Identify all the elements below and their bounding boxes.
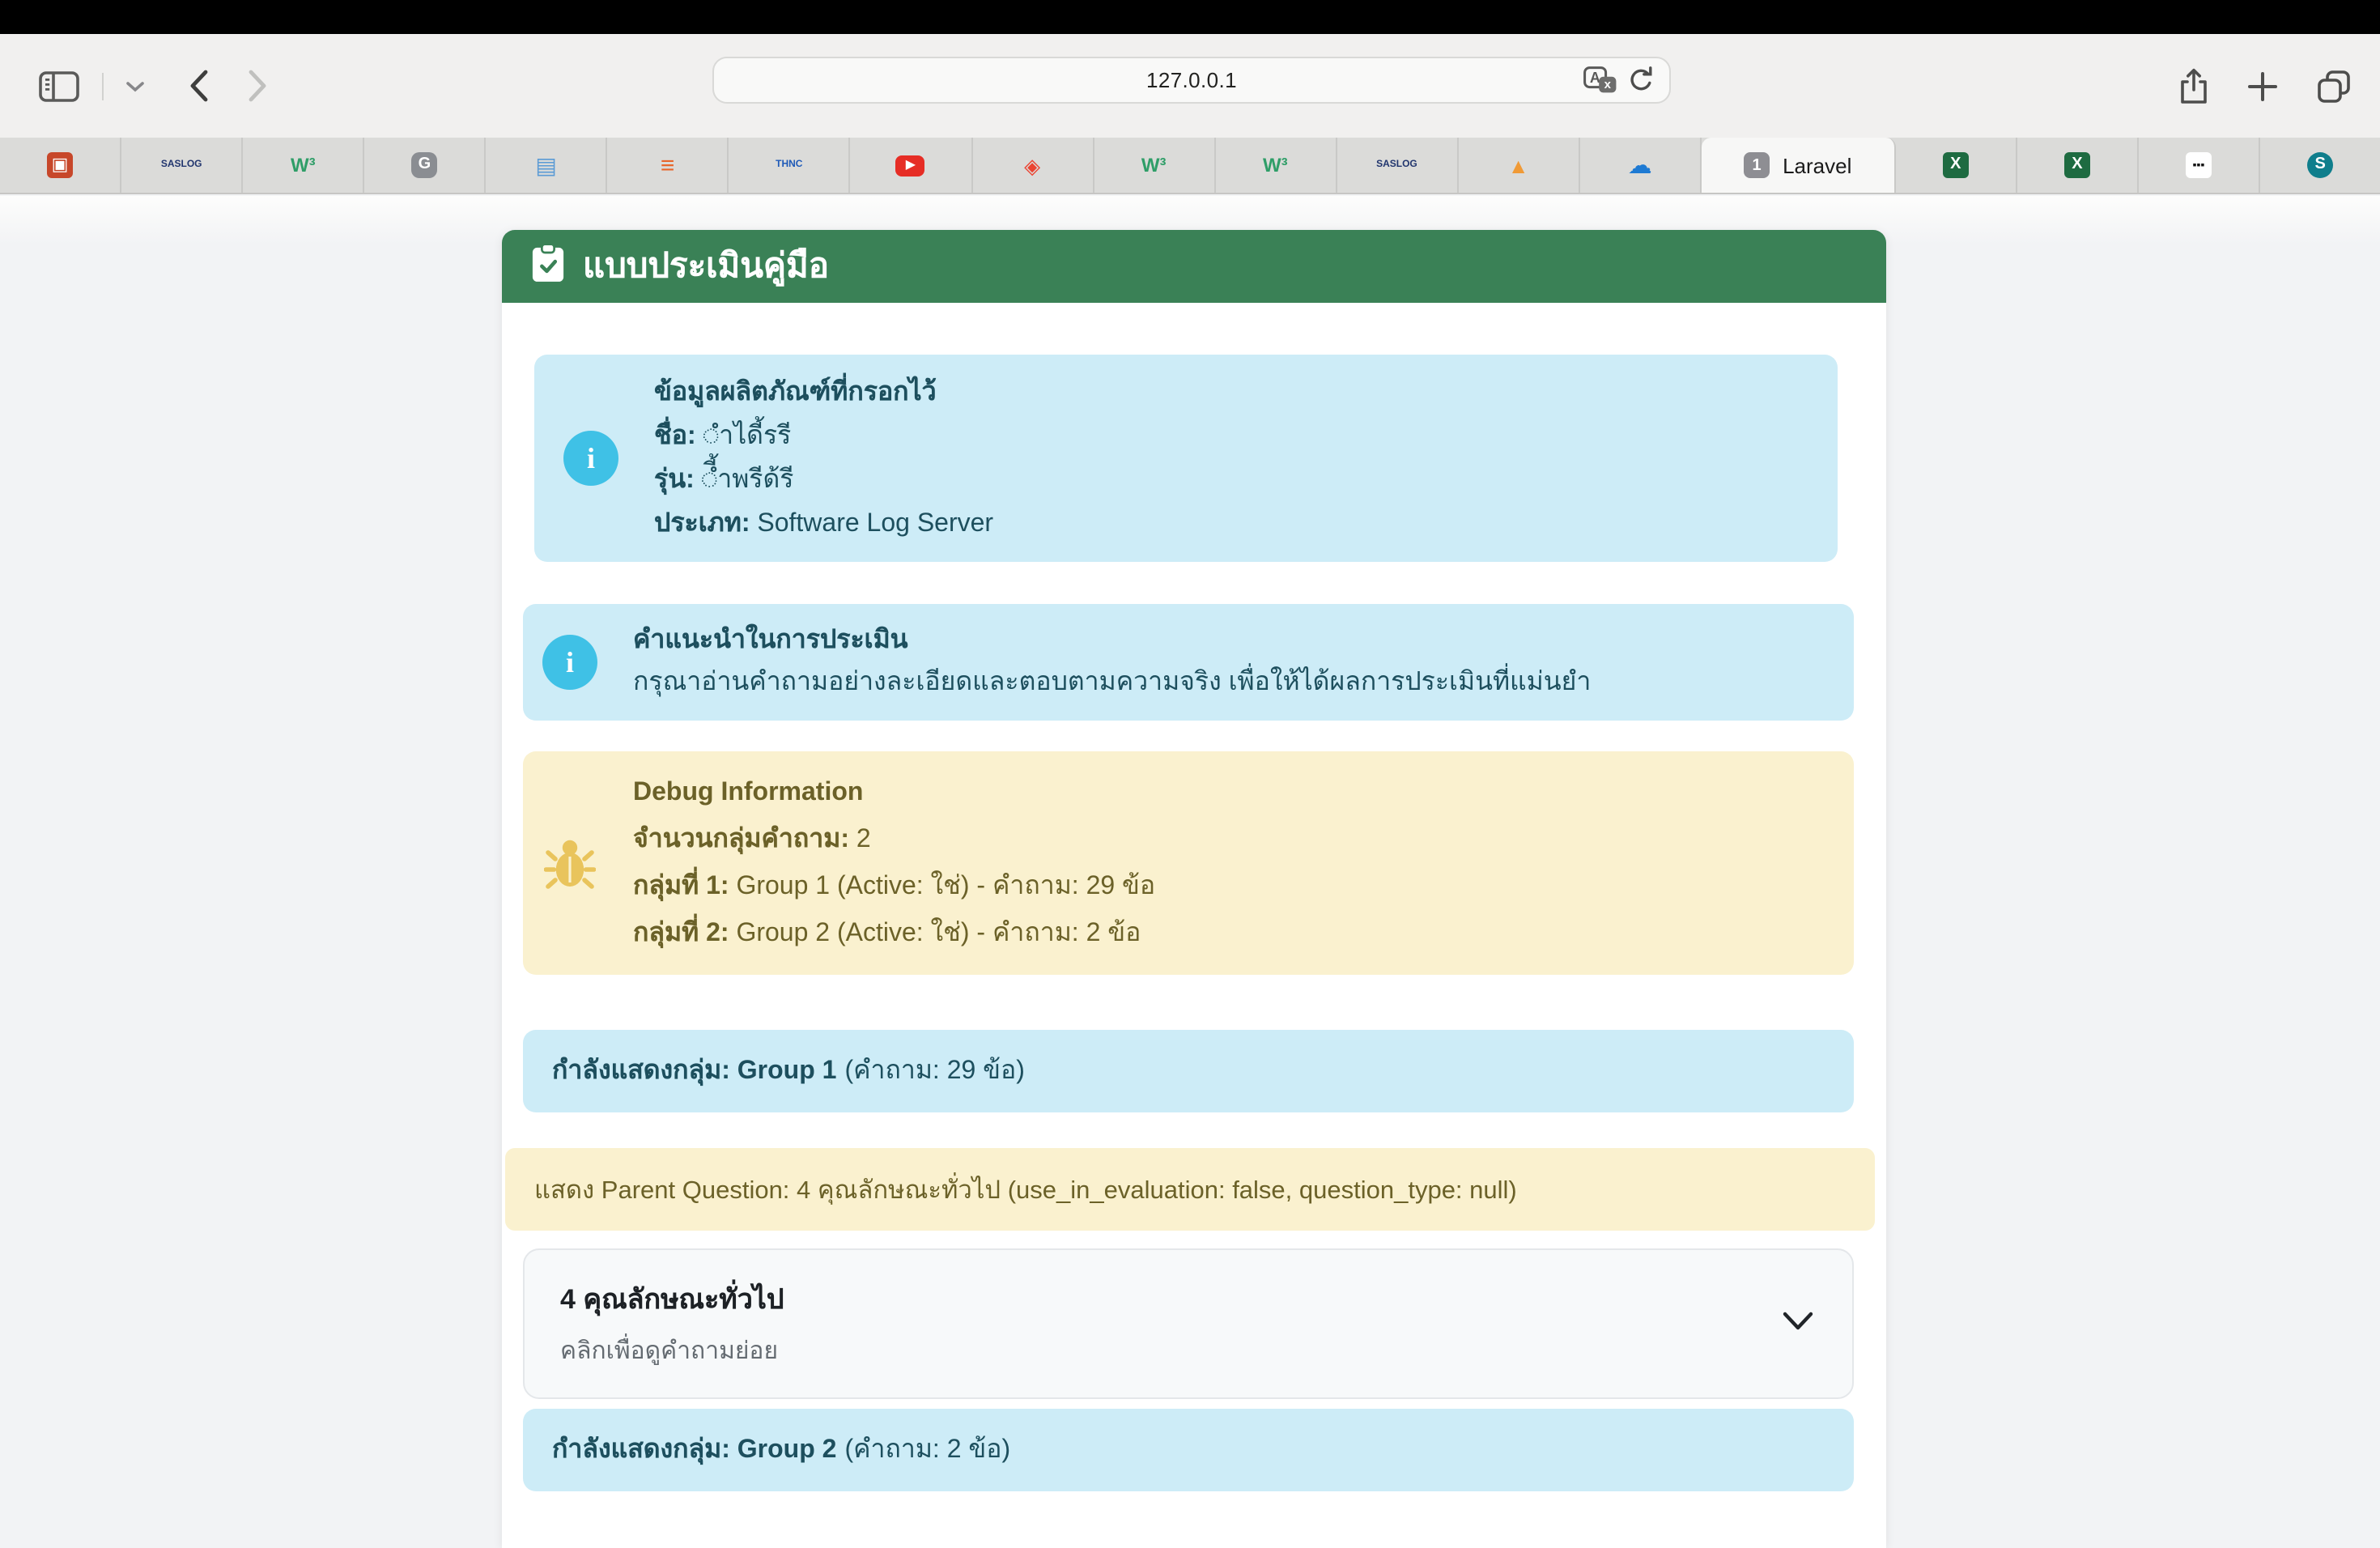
- browser-tab-active[interactable]: 1 Laravel: [1702, 138, 1896, 193]
- laravel-logo-favicon: ◈: [1024, 155, 1040, 176]
- product-type-row: ประเภท: Software Log Server: [654, 502, 993, 546]
- form-container: แบบประเมินคู่มือ i ข้อมูลผลิตภัณฑ์ที่กรอ…: [502, 230, 1886, 1548]
- browser-toolbar: 127.0.0.1 A x: [0, 34, 2380, 138]
- browser-tab[interactable]: ▣: [0, 138, 121, 193]
- svg-text:A: A: [1590, 70, 1600, 86]
- product-info-box: i ข้อมูลผลิตภัณฑ์ที่กรอกไว้ ชื่อ: ◌ำไดี้…: [534, 355, 1838, 562]
- browser-tab[interactable]: ▪▪▪: [2139, 138, 2260, 193]
- saslog-logo-favicon: SASLOG: [1376, 160, 1417, 170]
- product-model-row: รุ่น: ◌ี้ำพรีด้รี: [654, 458, 993, 502]
- forward-icon[interactable]: [248, 70, 267, 102]
- onedrive-logo-favicon: ☁: [1628, 153, 1652, 177]
- browser-tab[interactable]: SASLOG: [1337, 138, 1458, 193]
- tab-label: Laravel: [1783, 153, 1851, 177]
- browser-tab[interactable]: X: [2017, 138, 2139, 193]
- debug-group-row: กลุ่มที่ 2: Group 2 (Active: ใช่) - คำถา…: [633, 910, 1155, 957]
- browser-tab[interactable]: THNC: [729, 138, 851, 193]
- form-header: แบบประเมินคู่มือ: [502, 230, 1886, 303]
- back-icon[interactable]: [189, 70, 209, 102]
- safari-window: 127.0.0.1 A x: [0, 0, 2380, 1548]
- browser-tab[interactable]: W³: [243, 138, 364, 193]
- browser-tab[interactable]: S: [2260, 138, 2380, 193]
- saslog-logo-favicon: SASLOG: [161, 160, 202, 170]
- more-tabs-logo-favicon: ▪▪▪: [2186, 152, 2212, 178]
- sidebar-toggle-icon[interactable]: [39, 70, 79, 101]
- browser-tab[interactable]: ≡: [608, 138, 729, 193]
- excel-logo-favicon: X: [1943, 152, 1969, 178]
- url-text: 127.0.0.1: [1146, 68, 1237, 92]
- web-page: แบบประเมินคู่มือ i ข้อมูลผลิตภัณฑ์ที่กรอ…: [0, 196, 2380, 1548]
- svg-text:x: x: [1604, 78, 1612, 91]
- page-title: แบบประเมินคู่มือ: [583, 240, 829, 293]
- browser-tab[interactable]: X: [1896, 138, 2017, 193]
- new-tab-icon[interactable]: [2247, 70, 2278, 101]
- parent-question-banner: แสดง Parent Question: 4 คุณลักษณะทั่วไป …: [505, 1148, 1875, 1231]
- w3schools-logo-favicon: W³: [1141, 155, 1167, 175]
- toolbar-divider: [102, 72, 104, 100]
- w3schools-logo-favicon: W³: [291, 155, 316, 175]
- browser-tab[interactable]: ☁: [1580, 138, 1702, 193]
- sharepoint-logo-favicon: S: [2307, 152, 2333, 178]
- info-icon: i: [563, 431, 618, 486]
- browser-tab[interactable]: ▲: [1459, 138, 1580, 193]
- browser-tab[interactable]: G: [364, 138, 486, 193]
- share-icon[interactable]: [2179, 67, 2208, 104]
- instructions-title: คำแนะนำในการประเมิน: [633, 620, 1591, 662]
- debug-group-row: กลุ่มที่ 1: Group 1 (Active: ใช่) - คำถา…: [633, 863, 1155, 910]
- w3schools-logo-favicon: W³: [1263, 155, 1288, 175]
- bricks-logo-favicon: ≡: [661, 153, 675, 177]
- product-info-title: ข้อมูลผลิตภัณฑ์ที่กรอกไว้: [654, 371, 993, 415]
- browser-tab[interactable]: W³: [1215, 138, 1337, 193]
- browser-tab[interactable]: ▤: [487, 138, 608, 193]
- thnc-logo-favicon: THNC: [776, 160, 802, 170]
- document-logo-favicon: ▤: [535, 154, 556, 176]
- debug-title: Debug Information: [633, 769, 1155, 816]
- parent-question-accordion[interactable]: 4 คุณลักษณะทั่วไป คลิกเพื่อดูคำถามย่อย: [523, 1248, 1854, 1399]
- instructions-body: กรุณาอ่านคำถามอย่างละเอียดและตอบตามความจ…: [633, 662, 1591, 704]
- group1-banner: กำลังแสดงกลุ่ม: Group 1(คำถาม: 29 ข้อ): [523, 1030, 1854, 1112]
- browser-tab[interactable]: SASLOG: [121, 138, 243, 193]
- status-bar: [0, 0, 2380, 34]
- tab-count-badge: 1: [1744, 152, 1770, 178]
- browser-tab[interactable]: ◈: [972, 138, 1094, 193]
- translate-icon[interactable]: A x: [1583, 66, 1617, 94]
- squat-logo-favicon: ▣: [47, 152, 73, 178]
- accordion-title: 4 คุณลักษณะทั่วไป: [560, 1278, 1817, 1321]
- chevron-down-icon[interactable]: [126, 80, 144, 91]
- browser-tab[interactable]: W³: [1094, 138, 1215, 193]
- instructions-box: i คำแนะนำในการประเมิน กรุณาอ่านคำถามอย่า…: [523, 604, 1854, 721]
- bug-icon: [542, 836, 597, 891]
- tab-overview-icon[interactable]: [2317, 69, 2351, 103]
- browser-tab[interactable]: ▶: [851, 138, 972, 193]
- address-bar[interactable]: 127.0.0.1 A x: [712, 57, 1671, 104]
- reload-icon[interactable]: [1629, 66, 1655, 95]
- g-logo-favicon: G: [411, 152, 437, 178]
- accordion-subtitle: คลิกเพื่อดูคำถามย่อย: [560, 1331, 1817, 1370]
- debug-count-row: จำนวนกลุ่มคำถาม: 2: [633, 816, 1155, 863]
- product-name-row: ชื่อ: ◌ำไดี้รรี: [654, 415, 993, 458]
- phpmyadmin-logo-favicon: ▲: [1508, 155, 1529, 176]
- excel-logo-favicon: X: [2064, 152, 2090, 178]
- chevron-down-icon[interactable]: [1783, 1309, 1813, 1338]
- clipboard-check-icon: [531, 242, 565, 291]
- tab-strip: ▣ SASLOG W³ G ▤ ≡ THNC ▶ ◈ W³ W³ SASLOG ▲ ☁ 1 Laravel X X…: [0, 138, 2380, 194]
- group2-banner: กำลังแสดงกลุ่ม: Group 2(คำถาม: 2 ข้อ): [523, 1409, 1854, 1491]
- info-icon: i: [542, 635, 597, 690]
- debug-info-box: Debug Information จำนวนกลุ่มคำถาม: 2 กลุ…: [523, 751, 1854, 975]
- youtube-logo-favicon: ▶: [896, 155, 925, 176]
